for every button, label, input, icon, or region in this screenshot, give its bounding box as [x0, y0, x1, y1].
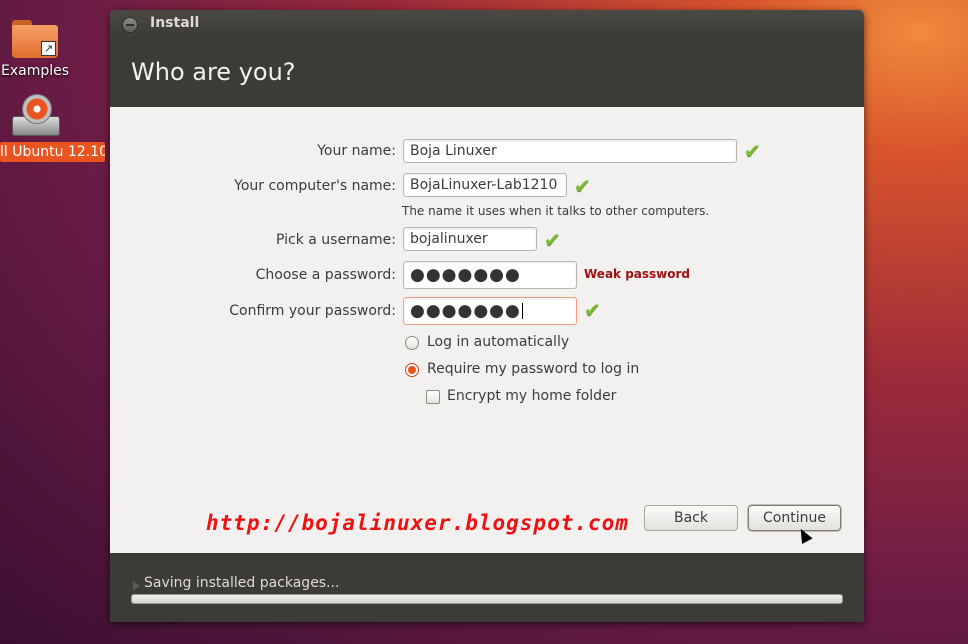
login-automatically-label[interactable]: Log in automatically — [427, 334, 569, 350]
expander-arrow-icon[interactable] — [133, 581, 140, 591]
login-automatically-radio[interactable] — [405, 336, 419, 350]
desktop-icon-label[interactable]: ll Ubuntu 12.10 — [0, 142, 105, 162]
page-header: Who are you? — [110, 38, 864, 107]
name-label: Your name: — [317, 143, 396, 159]
require-password-label[interactable]: Require my password to log in — [427, 361, 639, 377]
back-button[interactable]: Back — [644, 505, 738, 531]
computer-name-field[interactable]: BojaLinuxer-Lab1210 — [403, 173, 567, 197]
installer-window: Install Who are you? Your name: Boja Lin… — [110, 10, 864, 622]
username-label: Pick a username: — [275, 232, 396, 248]
check-icon: ✔ — [584, 298, 601, 322]
minimize-icon[interactable] — [122, 17, 138, 33]
computer-name-hint: The name it uses when it talks to other … — [402, 204, 710, 218]
confirm-password-label: Confirm your password: — [229, 303, 396, 319]
title-bar: Install — [110, 10, 864, 38]
continue-button[interactable]: Continue — [748, 505, 841, 531]
installer-icon[interactable] — [12, 94, 60, 138]
page-title: Who are you? — [131, 58, 296, 86]
password-label: Choose a password: — [255, 267, 396, 283]
require-password-radio[interactable] — [405, 363, 419, 377]
computer-name-label: Your computer's name: — [234, 178, 396, 194]
username-field[interactable]: bojalinuxer — [403, 227, 537, 251]
progress-bar — [131, 594, 843, 604]
name-field[interactable]: Boja Linuxer — [403, 139, 737, 163]
install-status: Saving installed packages... — [144, 575, 340, 591]
check-icon: ✔ — [744, 139, 761, 163]
window-title: Install — [150, 15, 200, 31]
encrypt-home-label[interactable]: Encrypt my home folder — [447, 388, 616, 404]
password-strength: Weak password — [584, 267, 691, 281]
password-field[interactable]: ●●●●●●● — [403, 261, 577, 289]
progress-footer: Saving installed packages... — [110, 553, 864, 622]
check-icon: ✔ — [544, 228, 561, 252]
folder-icon[interactable]: ↗ — [12, 20, 58, 58]
form-area: Your name: Boja Linuxer ✔ Your computer'… — [110, 107, 864, 553]
desktop-icon-label[interactable]: Examples — [0, 63, 70, 79]
check-icon: ✔ — [574, 174, 591, 198]
watermark-text: http://bojalinuxer.blogspot.com — [206, 511, 629, 535]
encrypt-home-checkbox[interactable] — [426, 390, 440, 404]
confirm-password-field[interactable]: ●●●●●●● — [403, 297, 577, 325]
confirm-password-value: ●●●●●●● — [410, 301, 521, 321]
